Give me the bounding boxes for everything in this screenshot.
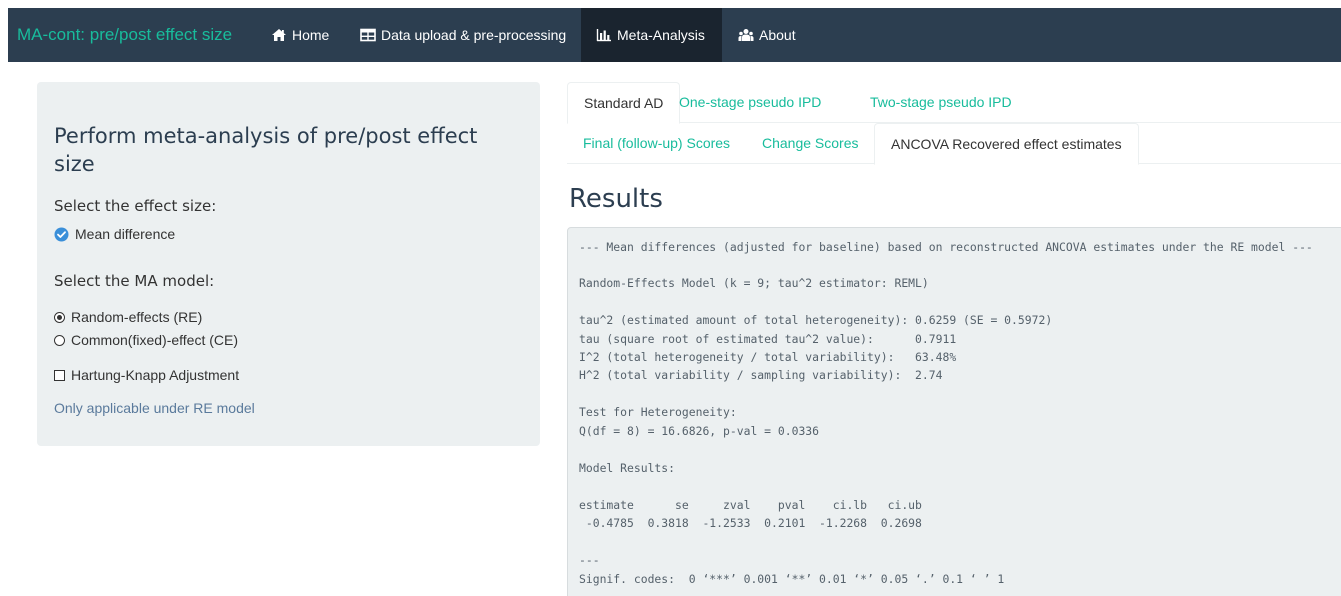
output-line: -0.4785 0.3818 -1.2533 0.2101 -1.2268 0.…: [579, 516, 922, 530]
home-icon: [272, 29, 286, 42]
app-brand[interactable]: MA-cont: pre/post effect size: [17, 25, 232, 45]
output-line: estimate se zval pval ci.lb ci.ub: [579, 498, 922, 512]
model-option-ce-label: Common(fixed)-effect (CE): [71, 332, 239, 348]
ma-model-label: Select the MA model:: [54, 272, 215, 290]
effect-size-option-mean-difference[interactable]: Mean difference: [54, 226, 175, 243]
nav-meta-analysis[interactable]: Meta-Analysis: [581, 8, 722, 62]
nav-data-upload[interactable]: Data upload & pre-processing: [360, 8, 566, 62]
checkbox-box[interactable]: [54, 369, 65, 381]
analysis-tabs: Standard AD One-stage pseudo IPD Two-sta…: [567, 82, 1341, 124]
model-option-common-effect[interactable]: Common(fixed)-effect (CE): [54, 332, 238, 348]
bar-chart-icon: [596, 29, 611, 42]
radio-selected[interactable]: [54, 311, 65, 323]
output-line: H^2 (total variability / sampling variab…: [579, 368, 943, 382]
output-line: --- Mean differences (adjusted for basel…: [579, 240, 1313, 254]
hk-help-note: Only applicable under RE model: [54, 400, 255, 416]
output-line: Test for Heterogeneity:: [579, 405, 737, 419]
model-option-re-label: Random-effects (RE): [71, 309, 203, 325]
output-line: Model Results:: [579, 461, 676, 475]
hartung-knapp-checkbox[interactable]: Hartung-Knapp Adjustment: [54, 367, 239, 383]
results-heading: Results: [569, 184, 663, 214]
effect-size-label: Select the effect size:: [54, 197, 217, 215]
nav-about[interactable]: About: [738, 8, 796, 62]
model-option-random-effects[interactable]: Random-effects (RE): [54, 309, 202, 325]
effect-size-option-label: Mean difference: [75, 226, 176, 242]
output-line: Q(df = 8) = 16.6826, p-val = 0.0336: [579, 424, 820, 438]
tab-ancova-recovered[interactable]: ANCOVA Recovered effect estimates: [874, 123, 1139, 165]
output-line: Signif. codes: 0 ‘***’ 0.001 ‘**’ 0.01 ‘…: [579, 572, 1005, 586]
output-line: tau (square root of estimated tau^2 valu…: [579, 332, 957, 346]
nav-meta-analysis-label: Meta-Analysis: [617, 27, 705, 43]
output-line: Random-Effects Model (k = 9; tau^2 estim…: [579, 276, 929, 290]
sidebar-title: Perform meta-analysis of pre/post effect…: [54, 124, 478, 176]
results-output: --- Mean differences (adjusted for basel…: [567, 227, 1341, 596]
output-line: ---: [579, 553, 600, 567]
nav-home-label: Home: [292, 27, 330, 43]
check-circle-icon: [54, 227, 69, 242]
tab-two-stage-pseudo-ipd[interactable]: Two-stage pseudo IPD: [854, 82, 1028, 123]
nav-data-upload-label: Data upload & pre-processing: [381, 27, 567, 43]
score-type-tabs: Final (follow-up) Scores Change Scores A…: [567, 123, 1341, 165]
nav-about-label: About: [759, 27, 796, 43]
radio-unselected[interactable]: [54, 334, 65, 346]
navbar: MA-cont: pre/post effect size Home Data …: [8, 8, 1341, 62]
hartung-knapp-label: Hartung-Knapp Adjustment: [71, 367, 240, 383]
sidebar-panel: Perform meta-analysis of pre/post effect…: [37, 82, 540, 446]
table-icon: [360, 28, 376, 42]
nav-home[interactable]: Home: [271, 8, 329, 62]
tab-one-stage-pseudo-ipd[interactable]: One-stage pseudo IPD: [663, 82, 837, 123]
output-line: tau^2 (estimated amount of total heterog…: [579, 313, 1053, 327]
tab-final-scores[interactable]: Final (follow-up) Scores: [567, 123, 746, 164]
tab-change-scores[interactable]: Change Scores: [746, 123, 875, 164]
users-icon: [738, 29, 754, 42]
output-line: I^2 (total heterogeneity / total variabi…: [579, 350, 957, 364]
